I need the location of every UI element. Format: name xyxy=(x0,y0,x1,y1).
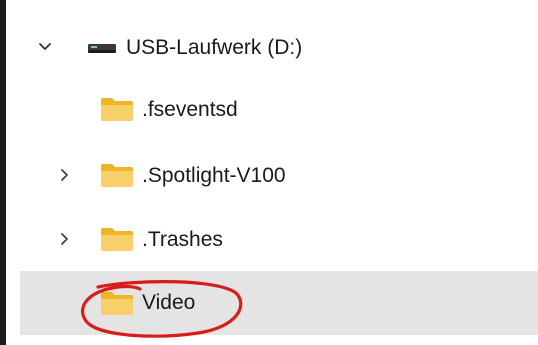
tree-item-label: .Trashes xyxy=(142,228,223,251)
folder-icon xyxy=(101,292,133,315)
tree-item-spotlight-v100[interactable]: .Spotlight-V100 xyxy=(20,144,538,206)
usb-drive-icon xyxy=(88,44,116,53)
tree-item-fseventsd[interactable]: .fseventsd xyxy=(20,78,538,140)
folder-tree: USB-Laufwerk (D:) .fseventsd .Spotlight-… xyxy=(6,0,538,345)
tree-item-label: USB-Laufwerk (D:) xyxy=(126,36,303,59)
chevron-down-icon[interactable] xyxy=(38,40,52,54)
tree-item-video[interactable]: Video xyxy=(20,271,538,335)
chevron-right-icon[interactable] xyxy=(58,232,72,246)
folder-icon xyxy=(101,228,133,251)
tree-item-label: .Spotlight-V100 xyxy=(142,164,286,187)
tree-item-label: Video xyxy=(142,291,196,314)
folder-icon xyxy=(101,164,133,187)
tree-item-usb-drive[interactable]: USB-Laufwerk (D:) xyxy=(20,16,538,78)
tree-item-label: .fseventsd xyxy=(142,98,238,121)
file-explorer-navigation-pane: USB-Laufwerk (D:) .fseventsd .Spotlight-… xyxy=(0,0,538,345)
chevron-right-icon[interactable] xyxy=(58,168,72,182)
tree-item-trashes[interactable]: .Trashes xyxy=(20,208,538,270)
folder-icon xyxy=(101,98,133,121)
